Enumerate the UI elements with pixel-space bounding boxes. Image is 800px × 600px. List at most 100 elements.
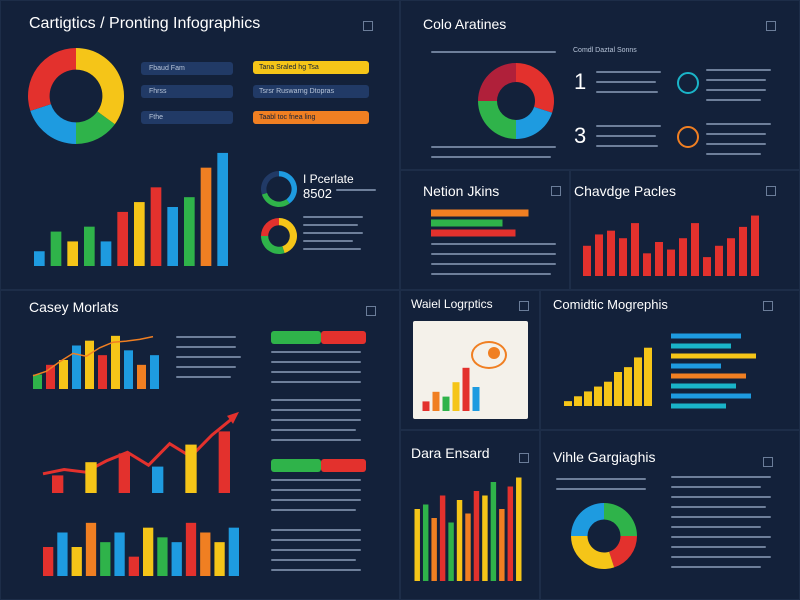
pie-slice: [478, 101, 516, 139]
casey-combo-chart: [32, 335, 159, 389]
bar: [671, 373, 746, 379]
bar: [143, 527, 154, 576]
change-bar-chart: [583, 215, 759, 276]
bar: [564, 401, 572, 406]
text-line: [706, 143, 766, 145]
pie-slice: [571, 536, 615, 569]
bar: [499, 509, 505, 581]
text-line: [671, 476, 771, 478]
legend-item: [321, 331, 366, 344]
cornetic-hbar-chart: [671, 333, 756, 409]
subtitle: Comdl Daztal Sonns: [573, 47, 637, 54]
nation-hbar-chart: [431, 209, 529, 237]
number-three: 3: [574, 123, 587, 148]
bar: [422, 401, 430, 411]
bar: [703, 257, 711, 276]
bar: [185, 522, 197, 576]
text-line: [671, 496, 771, 498]
panel-title: Cartigtics / Pronting Infographics: [29, 15, 261, 32]
text-line: [706, 153, 761, 155]
bar: [128, 556, 139, 576]
text-line: [671, 526, 761, 528]
bar: [43, 547, 54, 576]
series-line: [42, 416, 234, 476]
legend-item: [321, 459, 366, 472]
text-line: [671, 536, 771, 538]
bar: [33, 374, 42, 389]
bar: [217, 152, 228, 266]
bar: [214, 542, 225, 576]
corner-icon: [519, 453, 529, 463]
legend-pill-label: Tsrsr Ruswarng Dtopras: [259, 88, 335, 95]
bar: [671, 353, 756, 359]
bar: [671, 403, 726, 409]
bar: [574, 396, 582, 406]
bar: [118, 453, 130, 493]
legend-label: Fthe: [149, 114, 164, 121]
text-line: [271, 559, 356, 561]
text-line: [431, 253, 556, 255]
text-line: [271, 489, 361, 491]
panel-change: Chavdge Pacles: [570, 170, 800, 290]
text-line: [706, 123, 771, 125]
bar: [98, 355, 107, 389]
bar: [52, 475, 64, 493]
bar: [490, 482, 497, 581]
panel-title: Waiel Logrptics: [411, 297, 493, 311]
bar: [634, 357, 642, 406]
text-line: [303, 232, 363, 234]
legend-item: [271, 331, 321, 344]
bar: [431, 219, 503, 227]
text-line: [431, 273, 551, 275]
pie-slice: [261, 192, 290, 207]
text-line: [706, 99, 761, 101]
bar: [71, 547, 82, 576]
bar: [85, 522, 97, 576]
text-line: [271, 569, 361, 571]
legend-pill-label: Tana Sraled hg Tsa: [259, 64, 319, 71]
pie-slice: [516, 106, 553, 139]
text-line: [271, 509, 356, 511]
pie-slice: [604, 503, 637, 536]
bar: [150, 187, 162, 266]
bar: [751, 215, 759, 276]
stat-ring-icon-2: [261, 218, 297, 254]
bar: [516, 477, 522, 581]
pie-slice: [261, 171, 279, 195]
bar: [431, 209, 529, 217]
bar: [624, 367, 632, 406]
text-line: [176, 346, 236, 348]
bar: [152, 466, 164, 493]
panel-title: Dara Ensard: [411, 445, 490, 461]
top-right-donut: [478, 63, 554, 139]
data-bar-chart: [414, 477, 522, 581]
text-line: [271, 529, 361, 531]
visible-donut: [571, 503, 637, 569]
bar: [456, 500, 463, 581]
text-line: [303, 216, 363, 218]
panel-cornetic: Comidtic Mogrephis: [540, 290, 800, 430]
wall-bar-chart: [422, 367, 480, 411]
bar: [671, 333, 741, 339]
bar: [422, 504, 429, 581]
text-line: [556, 478, 646, 480]
corner-icon: [766, 186, 776, 196]
bar: [114, 532, 125, 576]
text-line: [271, 351, 361, 353]
text-line: [596, 71, 661, 73]
bar: [228, 527, 239, 576]
teal-ring-icon: [677, 72, 699, 94]
bar: [671, 343, 731, 349]
text-line: [596, 125, 661, 127]
text-line: [271, 539, 361, 541]
text-line: [271, 399, 361, 401]
text-line: [271, 499, 361, 501]
wall-dot: [488, 347, 500, 359]
panel-title: Netion Jkins: [423, 183, 500, 199]
legend-label: Fbaud Fam: [149, 65, 185, 72]
bar: [583, 245, 591, 276]
panel-title: Colo Aratines: [423, 16, 507, 32]
panel-wall: Waiel Logrptics: [400, 290, 540, 430]
text-line: [671, 486, 761, 488]
bar: [137, 364, 146, 389]
